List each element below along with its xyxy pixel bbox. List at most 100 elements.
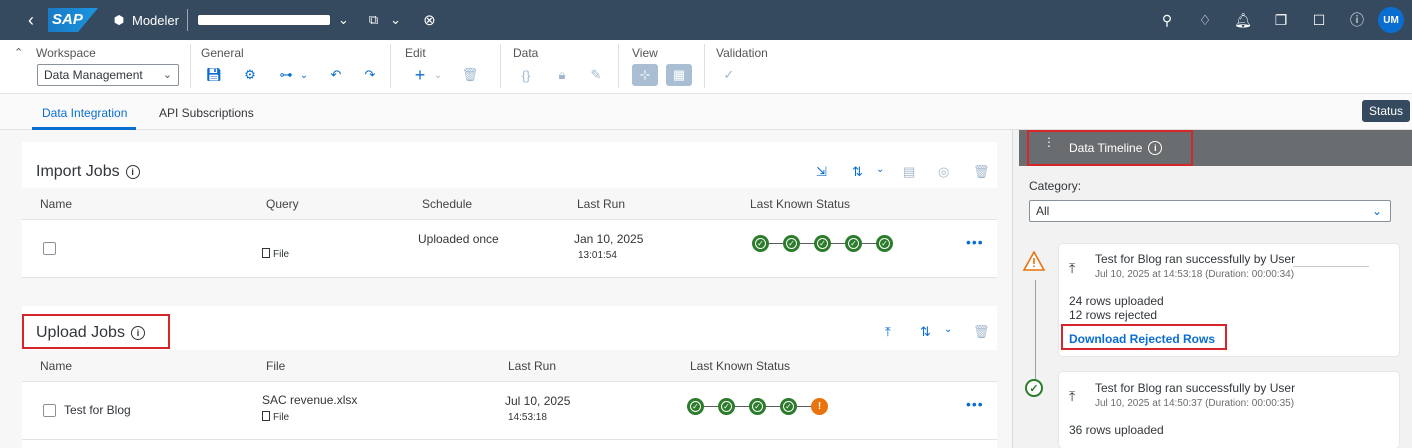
- add-icon[interactable]: +: [410, 65, 430, 85]
- success-status-icon[interactable]: ✓: [718, 398, 735, 415]
- upload-icon[interactable]: ⤒: [885, 324, 891, 340]
- status-connector: [862, 243, 876, 244]
- avatar[interactable]: UM: [1378, 7, 1404, 33]
- jobs-area: Import Jobs i ⇲ ⇅ ⌄ ▤ ◎ 🗑︎ Name Query Sc…: [0, 130, 1012, 448]
- delete-icon[interactable]: 🗑︎: [973, 164, 990, 180]
- help-icon[interactable]: ⓘ: [1338, 10, 1376, 30]
- more-actions-icon[interactable]: •••: [966, 234, 984, 250]
- grid-view-icon[interactable]: ▦: [666, 64, 692, 86]
- calendar-icon[interactable]: ▤: [903, 164, 915, 180]
- close-circle-icon[interactable]: ⊗: [423, 11, 436, 29]
- status-connector: [831, 243, 845, 244]
- shell-bar: ‹ SAP ⬢ Modeler ⌄ ⧉ ⌄ ⊗ ⚲ ♢ 🔔︎ ❐ ☐ ⓘ UM: [0, 0, 1412, 40]
- workspace-group: Workspace Data Management ⌄: [0, 40, 190, 94]
- sort-icon[interactable]: ⇅: [852, 164, 863, 180]
- query-type: File: [262, 248, 289, 260]
- feedback-icon[interactable]: ☐: [1300, 12, 1338, 29]
- chevron-down-icon[interactable]: ⌄: [876, 164, 884, 175]
- status-connector: [766, 406, 780, 407]
- pencil-icon[interactable]: ✎: [586, 66, 606, 84]
- rows-uploaded: 36 rows uploaded: [1069, 423, 1164, 437]
- share-icon[interactable]: ⊶: [276, 66, 296, 84]
- upload-icon: ⤒: [1069, 388, 1076, 404]
- query-type-text: File: [273, 249, 290, 260]
- success-status-icon[interactable]: ✓: [876, 235, 893, 252]
- file-name: SAC revenue.xlsx: [262, 393, 358, 407]
- col-last-run: Last Run: [577, 197, 626, 211]
- category-select[interactable]: All ⌄: [1029, 200, 1391, 222]
- save-icon[interactable]: 💾︎: [204, 66, 224, 84]
- chevron-down-icon[interactable]: ⌄: [944, 324, 952, 335]
- success-status-icon[interactable]: ✓: [814, 235, 831, 252]
- status-connector: [769, 243, 783, 244]
- chevron-down-icon[interactable]: ⌄: [338, 12, 349, 28]
- import-data-icon[interactable]: ⇲: [816, 164, 827, 180]
- success-status-icon[interactable]: ✓: [845, 235, 862, 252]
- table-row[interactable]: File Uploaded once Jan 10, 2025 13:01:54…: [22, 220, 997, 278]
- tab-data-integration[interactable]: Data Integration: [42, 106, 127, 120]
- delete-icon[interactable]: 🗑︎: [460, 66, 480, 84]
- undo-icon[interactable]: ↶: [326, 66, 346, 84]
- last-run-date: Jul 10, 2025: [505, 394, 571, 408]
- workspace-select[interactable]: Data Management ⌄: [37, 64, 179, 86]
- sort-icon[interactable]: ⇅: [920, 324, 931, 340]
- entry-message: Test for Blog ran successfully by User: [1095, 252, 1296, 266]
- copy-icon[interactable]: ⧉: [369, 12, 378, 28]
- lock-icon[interactable]: 🔒︎: [552, 66, 572, 84]
- bell-icon[interactable]: 🔔︎: [1224, 12, 1262, 29]
- row-checkbox[interactable]: [43, 242, 56, 255]
- redo-icon[interactable]: ↷: [360, 66, 380, 84]
- rows-uploaded: 24 rows uploaded: [1069, 294, 1164, 308]
- workspace-value: Data Management: [44, 68, 143, 82]
- row-checkbox[interactable]: [43, 404, 56, 417]
- success-status-icon[interactable]: ✓: [780, 398, 797, 415]
- more-actions-icon[interactable]: •••: [966, 396, 984, 412]
- settings-icon[interactable]: ⚙: [240, 66, 260, 84]
- col-query: Query: [266, 197, 299, 211]
- chevron-down-icon[interactable]: ⌄: [390, 12, 401, 28]
- entry-meta: Jul 10, 2025 at 14:53:18 (Duration: 00:0…: [1095, 269, 1295, 280]
- discussion-icon[interactable]: ❐: [1262, 12, 1300, 29]
- success-status-icon[interactable]: ✓: [749, 398, 766, 415]
- col-last-known-status: Last Known Status: [690, 359, 791, 373]
- success-status-icon[interactable]: ✓: [687, 398, 704, 415]
- file-type-text: File: [273, 412, 290, 423]
- formula-braces-icon[interactable]: {}: [516, 66, 536, 84]
- redacted-user: [1293, 266, 1369, 267]
- check-circle-icon[interactable]: ✓: [719, 66, 739, 84]
- search-icon[interactable]: ⚲: [1148, 12, 1186, 29]
- status-connector: [704, 406, 718, 407]
- back-arrow-icon[interactable]: ‹: [20, 10, 42, 31]
- lightbulb-icon[interactable]: ♢: [1186, 12, 1224, 29]
- warning-status-icon[interactable]: !: [811, 398, 828, 415]
- view-group: View ⊹ ▦: [618, 40, 704, 94]
- general-label: General: [201, 46, 244, 60]
- category-label: Category:: [1029, 179, 1082, 193]
- col-last-run: Last Run: [508, 359, 557, 373]
- col-last-known-status: Last Known Status: [750, 197, 851, 211]
- entry-message: Test for Blog ran successfully by User: [1095, 381, 1296, 395]
- status-history: ✓ ✓ ✓ ✓ ✓: [752, 235, 893, 252]
- toolbar: ⌃ Workspace Data Management ⌄ General 💾︎…: [0, 40, 1412, 94]
- file-type: File: [262, 411, 289, 423]
- chevron-down-icon[interactable]: ⌄: [428, 66, 448, 84]
- success-status-icon[interactable]: ✓: [783, 235, 800, 252]
- redacted-model-name: [197, 15, 330, 25]
- app-name: Modeler: [132, 12, 179, 28]
- import-jobs-title: Import Jobs i: [36, 163, 140, 181]
- general-group: General 💾︎ ⚙ ⊶ ⌄ ↶ ↷: [190, 40, 390, 94]
- chevron-down-icon[interactable]: ⌄: [294, 66, 314, 84]
- delete-icon[interactable]: 🗑︎: [973, 324, 990, 340]
- highlight-box: [1061, 324, 1227, 350]
- diagram-view-icon[interactable]: ⊹: [632, 64, 658, 86]
- job-name[interactable]: Test for Blog: [64, 403, 131, 417]
- status-button[interactable]: Status: [1362, 100, 1410, 122]
- tab-api-subscriptions[interactable]: API Subscriptions: [159, 106, 254, 120]
- info-icon[interactable]: i: [125, 165, 140, 179]
- success-status-icon[interactable]: ✓: [752, 235, 769, 252]
- database-icon[interactable]: ◎: [938, 164, 949, 180]
- sap-logo[interactable]: SAP: [48, 8, 98, 32]
- table-row[interactable]: Test for Blog SAC revenue.xlsx File Jul …: [22, 382, 997, 440]
- col-schedule: Schedule: [422, 197, 473, 211]
- file-icon: [262, 411, 270, 421]
